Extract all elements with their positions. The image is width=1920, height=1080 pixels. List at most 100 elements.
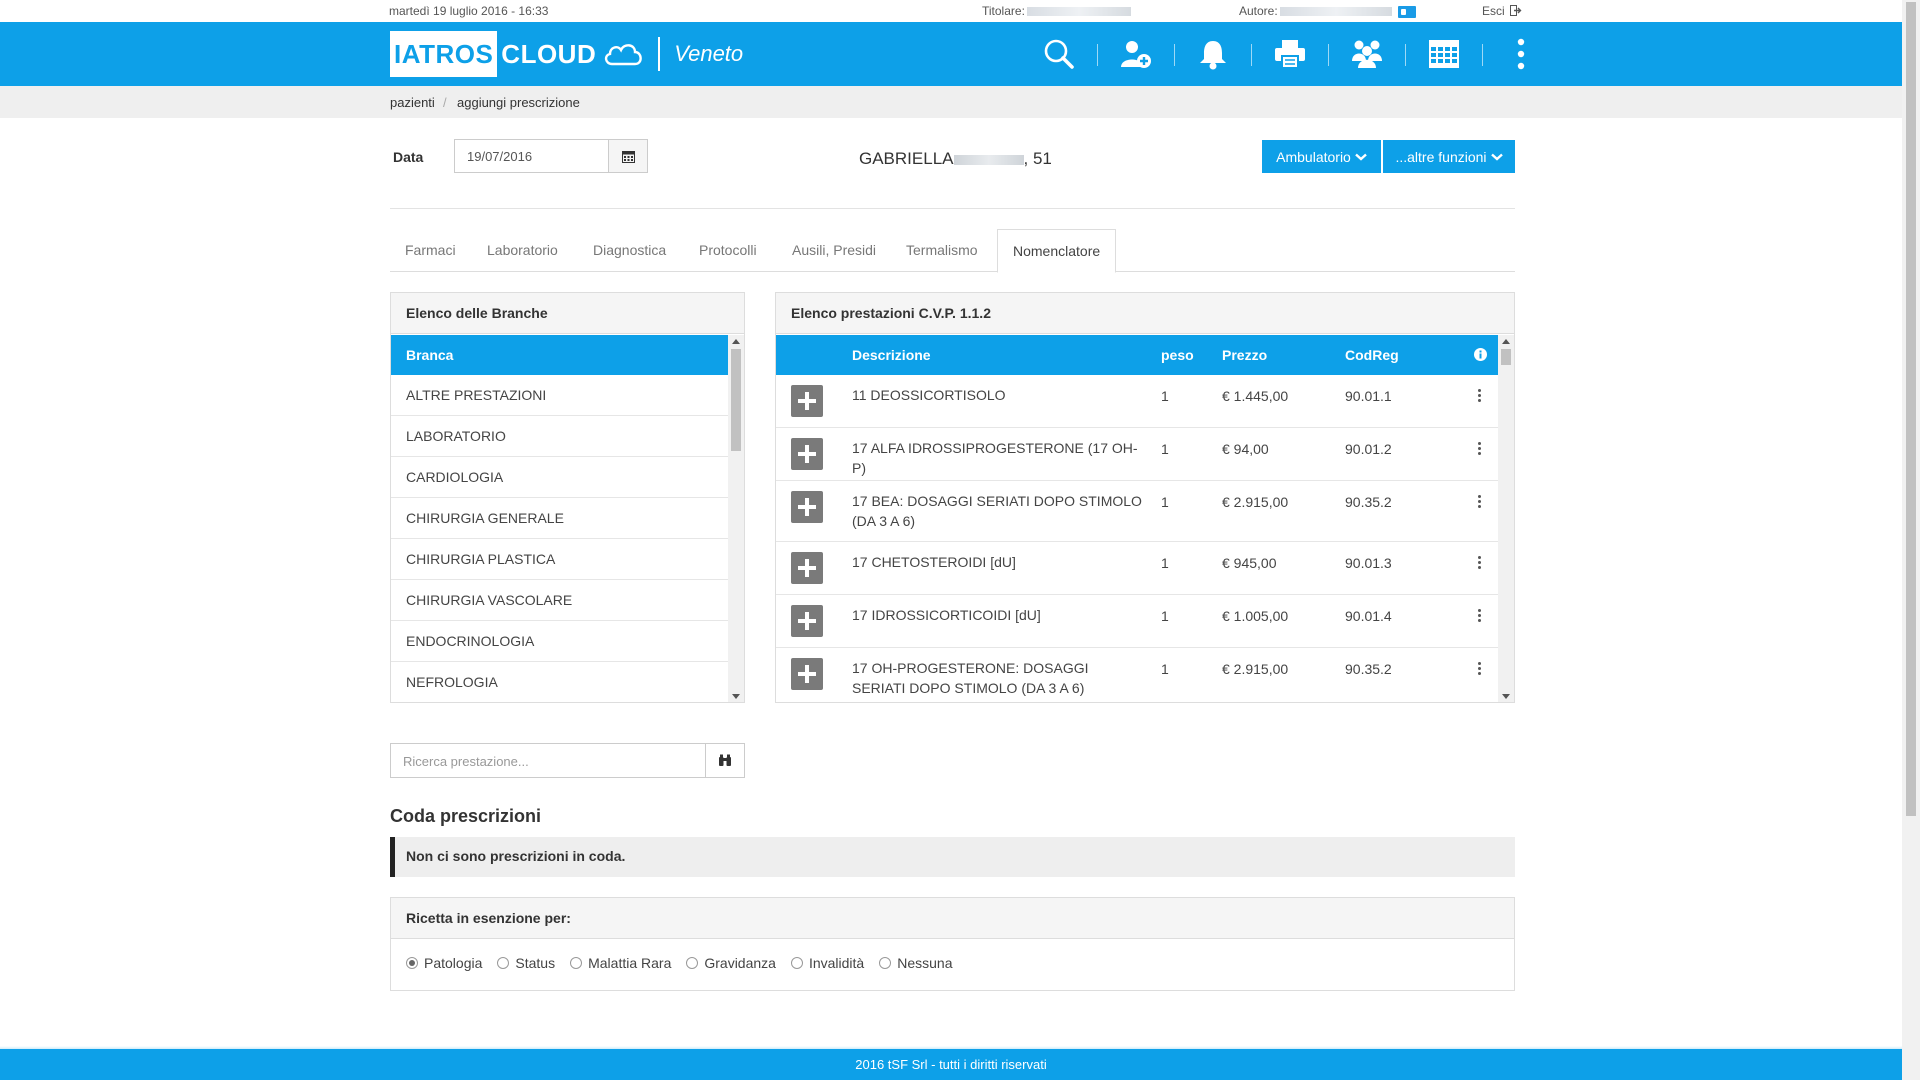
notifications-button[interactable] — [1174, 32, 1251, 76]
search-submit-button[interactable] — [705, 743, 745, 778]
chevron-down-icon — [1355, 153, 1367, 161]
current-datetime: martedì 19 luglio 2016 - 16:33 — [389, 4, 549, 18]
tab-ausili-presidi[interactable]: Ausili, Presidi — [792, 229, 876, 272]
logo-cloud-text: CLOUD — [501, 38, 597, 69]
row-menu-icon[interactable] — [1478, 662, 1482, 677]
row-descrizione: 17 ALFA IDROSSIPROGESTERONE (17 OH-P) — [852, 440, 1138, 476]
row-menu-icon[interactable] — [1478, 609, 1482, 624]
branca-item[interactable]: CHIRURGIA GENERALE — [391, 498, 728, 539]
branca-item[interactable]: ENDOCRINOLOGIA — [391, 621, 728, 662]
branca-item[interactable]: CHIRURGIA PLASTICA — [391, 539, 728, 580]
scroll-down-arrow[interactable] — [1502, 694, 1510, 699]
tab-nomenclatore[interactable]: Nomenclatore — [997, 229, 1117, 273]
radio-malattia-rara[interactable]: Malattia Rara — [570, 955, 671, 971]
calendar-button[interactable] — [1405, 32, 1482, 76]
radio-dot[interactable] — [406, 957, 418, 969]
scroll-down-arrow[interactable] — [732, 694, 740, 699]
branca-item[interactable]: ALTRE PRESTAZIONI — [391, 375, 728, 416]
breadcrumb-pazienti[interactable]: pazienti — [390, 95, 435, 110]
row-menu-icon[interactable] — [1478, 442, 1482, 457]
esenzione-panel: Ricetta in esenzione per: Patologia Stat… — [390, 897, 1515, 991]
add-prestazione-button[interactable] — [791, 658, 823, 690]
radio-nessuna[interactable]: Nessuna — [879, 955, 952, 971]
add-prestazione-button[interactable] — [791, 438, 823, 470]
col-descrizione[interactable]: Descrizione — [852, 347, 931, 363]
radio-invalidita[interactable]: Invalidità — [790, 955, 865, 971]
search-button[interactable] — [1020, 32, 1097, 76]
page-scroll-thumb[interactable] — [1906, 2, 1916, 816]
radio-label: Patologia — [424, 955, 483, 971]
tab-protocolli[interactable]: Protocolli — [699, 229, 757, 272]
row-peso: 1 — [1161, 441, 1169, 457]
info-icon[interactable] — [1474, 348, 1487, 361]
logo-separator — [658, 37, 661, 71]
add-patient-button[interactable] — [1097, 32, 1174, 76]
radio-dot[interactable] — [686, 957, 699, 969]
row-descrizione: 17 OH-PROGESTERONE: DOSAGGI SERIATI DOPO… — [852, 660, 1089, 696]
prestazioni-title: Elenco prestazioni C.V.P. 1.1.2 — [776, 293, 1514, 334]
row-codreg: 90.35.2 — [1345, 661, 1392, 677]
patient-first-name: GABRIELLA — [859, 149, 954, 168]
prestazioni-table: Descrizione peso Prezzo CodReg 11 DEOSSI… — [776, 335, 1498, 702]
add-prestazione-button[interactable] — [791, 605, 823, 637]
scroll-up-arrow[interactable] — [732, 339, 740, 344]
col-codreg[interactable]: CodReg — [1345, 347, 1399, 363]
branca-item[interactable]: CARDIOLOGIA — [391, 457, 728, 498]
col-peso[interactable]: peso — [1161, 347, 1194, 363]
radio-gravidanza[interactable]: Gravidanza — [686, 955, 776, 971]
patient-surname-redacted — [953, 154, 1024, 165]
app-logo[interactable]: IATROS CLOUD Veneto — [390, 31, 743, 77]
table-row: 17 ALFA IDROSSIPROGESTERONE (17 OH-P) 1 … — [776, 428, 1498, 481]
esenzione-title: Ricetta in esenzione per: — [391, 898, 1514, 939]
branca-item[interactable]: NEFROLOGIA — [391, 662, 728, 702]
add-prestazione-button[interactable] — [791, 552, 823, 584]
row-menu-icon[interactable] — [1478, 556, 1482, 571]
scroll-thumb[interactable] — [731, 349, 741, 451]
row-descrizione: 11 DEOSSICORTISOLO — [852, 387, 1006, 403]
app-header: IATROS CLOUD Veneto — [0, 22, 1902, 86]
radio-dot[interactable] — [570, 957, 583, 969]
tab-farmaci[interactable]: Farmaci — [405, 229, 456, 272]
add-prestazione-button[interactable] — [791, 385, 823, 417]
prestazioni-scrollbar[interactable] — [1498, 335, 1514, 702]
print-button[interactable] — [1251, 32, 1328, 76]
titolare-redacted — [1026, 7, 1131, 17]
id-card-icon[interactable] — [1397, 5, 1416, 18]
print-icon — [1274, 40, 1305, 69]
radio-dot[interactable] — [879, 957, 892, 969]
search-input[interactable]: Ricerca prestazione... — [390, 743, 706, 778]
page-scrollbar[interactable] — [1902, 0, 1920, 1080]
branche-scrollbar[interactable] — [728, 335, 744, 702]
altre-funzioni-button[interactable]: ...altre funzioni — [1383, 140, 1515, 173]
row-menu-icon[interactable] — [1478, 495, 1482, 510]
radio-status[interactable]: Status — [497, 955, 555, 971]
tab-diagnostica[interactable]: Diagnostica — [593, 229, 666, 272]
branca-item[interactable]: LABORATORIO — [391, 416, 728, 457]
autore-label: Autore: — [1239, 4, 1278, 18]
scroll-thumb[interactable] — [1501, 349, 1511, 365]
more-menu-button[interactable] — [1482, 32, 1559, 76]
row-menu-icon[interactable] — [1478, 389, 1482, 404]
radio-label: Invalidità — [808, 955, 865, 971]
radio-patologia[interactable]: Patologia — [406, 955, 482, 971]
ambulatorio-button[interactable]: Ambulatorio — [1262, 140, 1381, 173]
group-button[interactable] — [1328, 32, 1405, 76]
radio-dot[interactable] — [497, 957, 510, 969]
search-icon — [1044, 39, 1074, 69]
col-prezzo[interactable]: Prezzo — [1222, 347, 1267, 363]
radio-dot[interactable] — [790, 957, 803, 969]
add-prestazione-button[interactable] — [791, 491, 823, 523]
date-picker-button[interactable] — [608, 139, 648, 173]
table-row: 17 CHETOSTEROIDI [dU] 1 € 945,00 90.01.3 — [776, 542, 1498, 595]
tab-termalismo[interactable]: Termalismo — [906, 229, 978, 272]
branche-header: Branca — [391, 335, 728, 375]
tab-laboratorio[interactable]: Laboratorio — [487, 229, 558, 272]
date-input[interactable]: 19/07/2016 — [454, 139, 609, 173]
row-codreg: 90.01.3 — [1345, 555, 1392, 571]
prescription-header: Data 19/07/2016 GABRIELLA , 51 Ambulatori… — [390, 139, 1515, 209]
branca-item[interactable]: CHIRURGIA VASCOLARE — [391, 580, 728, 621]
scroll-up-arrow[interactable] — [1502, 339, 1510, 344]
radio-label: Gravidanza — [704, 955, 776, 971]
logout-link[interactable]: Esci — [1482, 4, 1522, 18]
header-toolbar — [1020, 32, 1559, 76]
